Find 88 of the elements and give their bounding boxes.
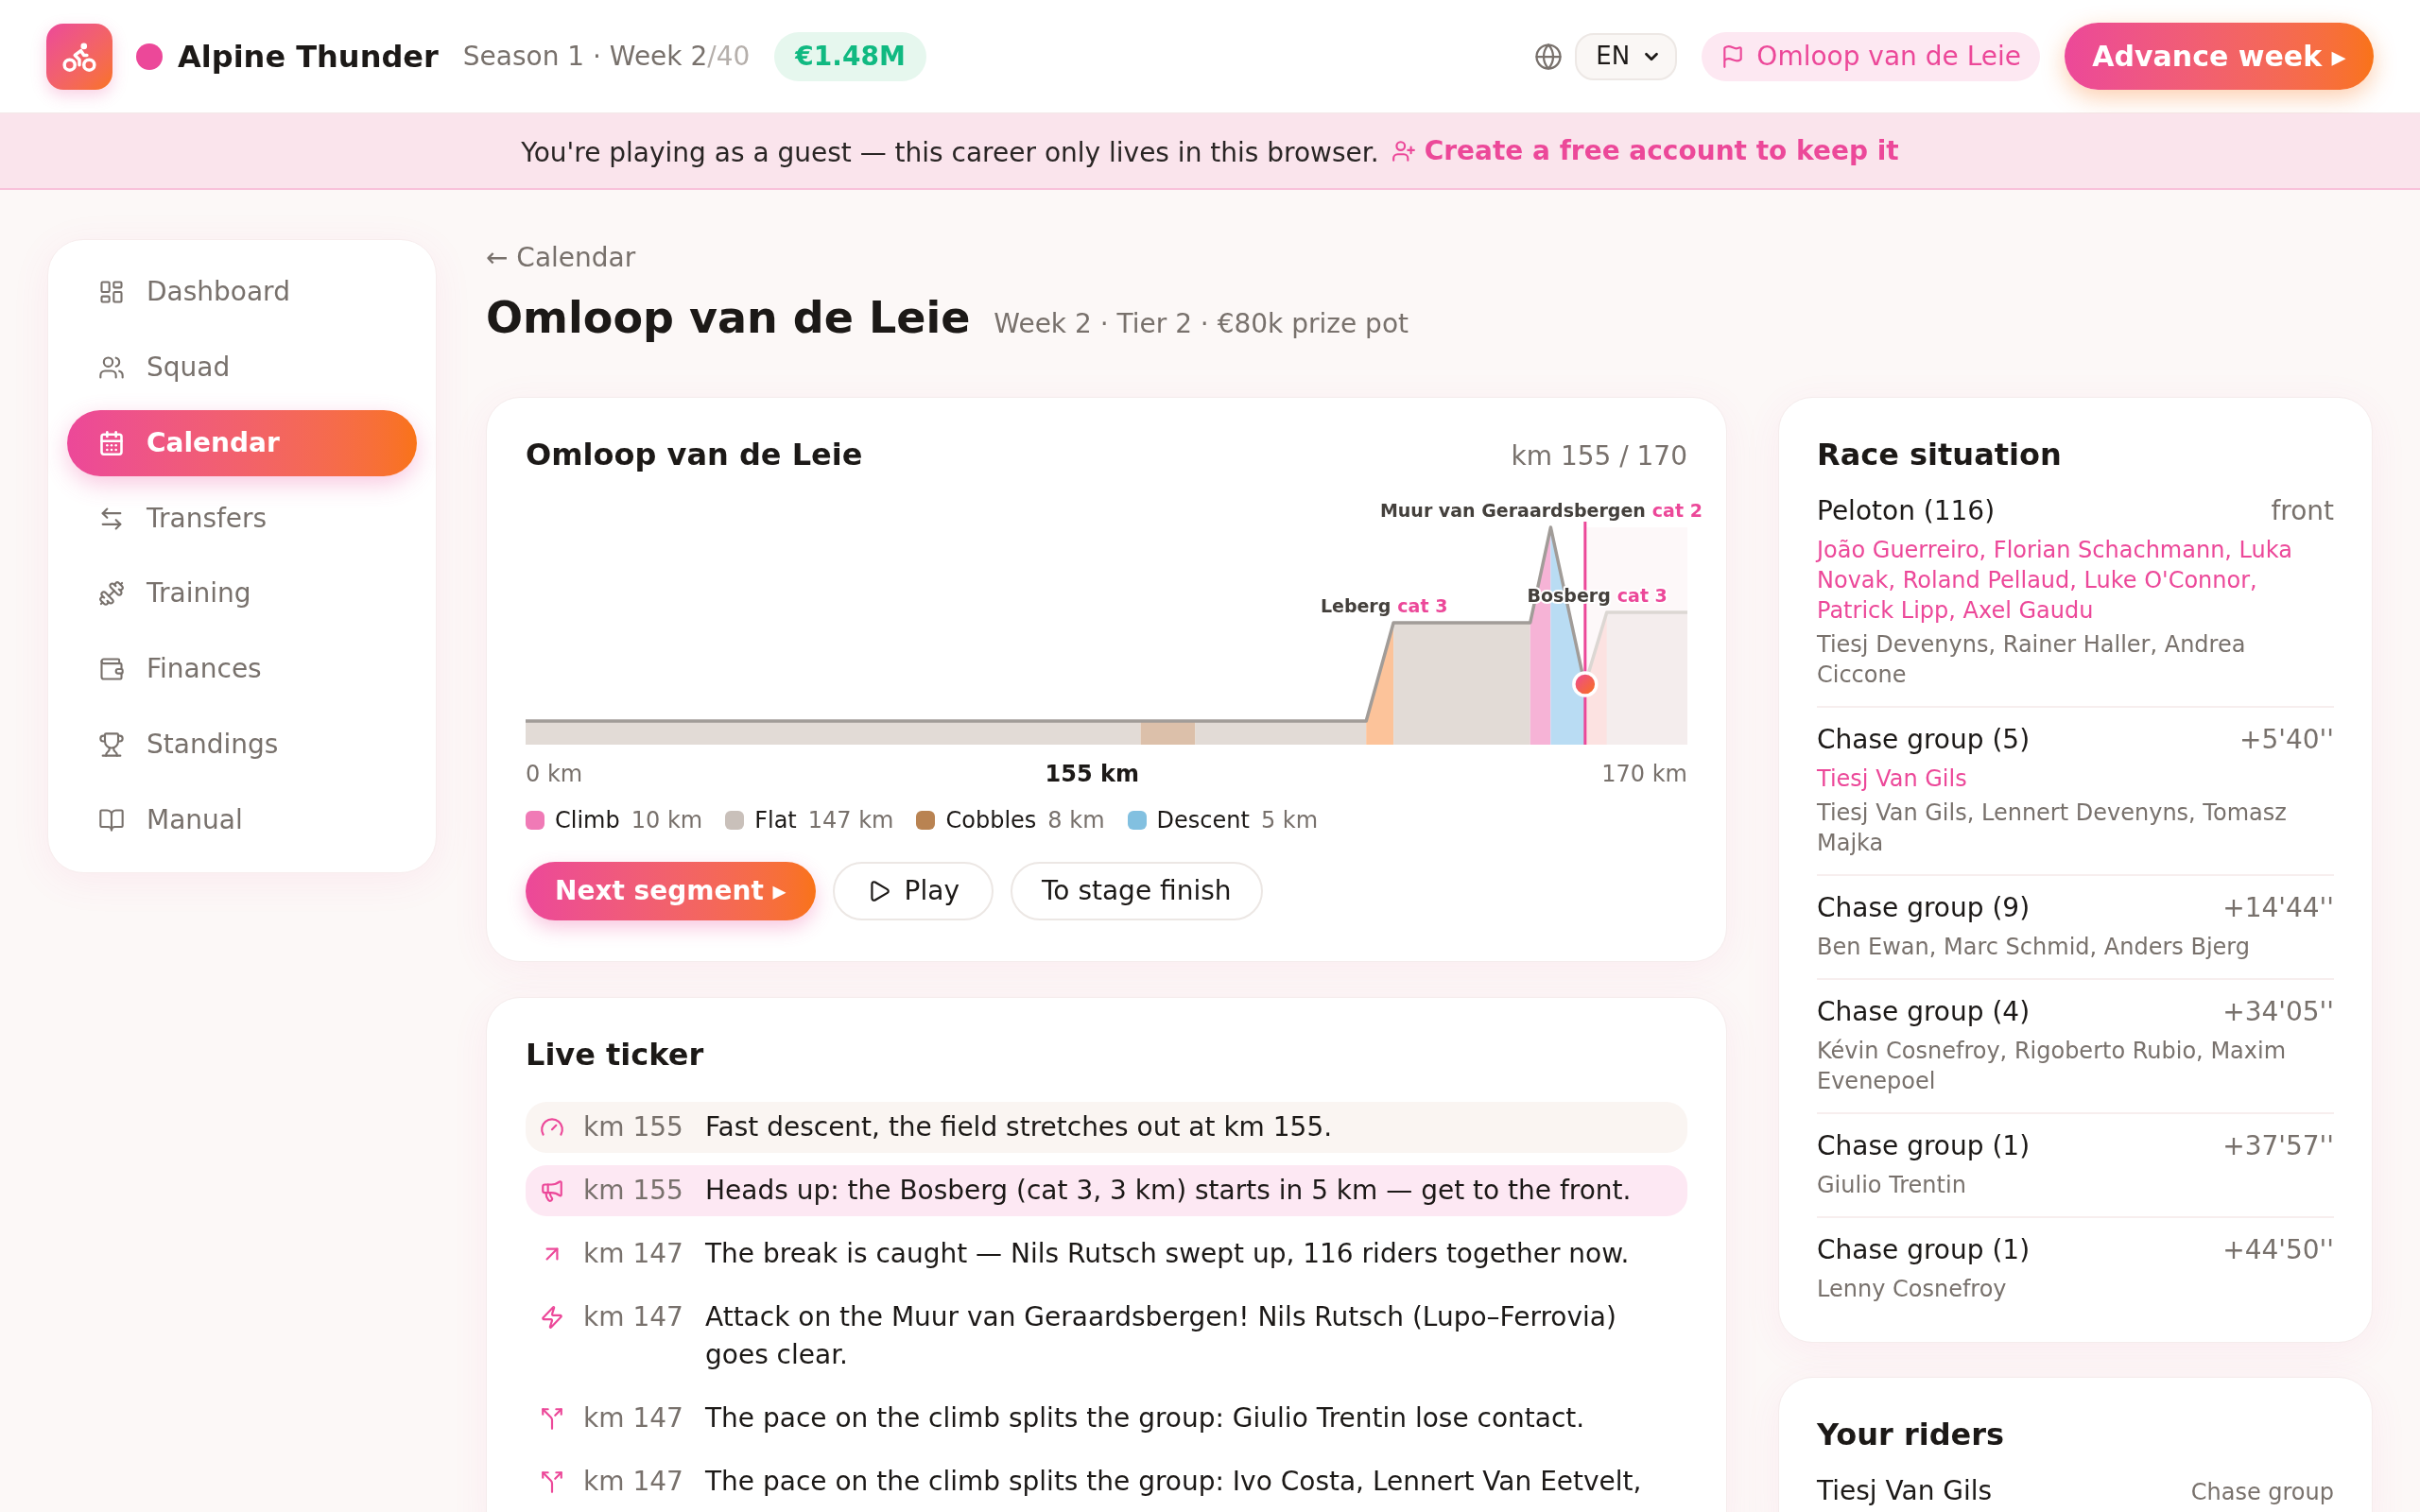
next-segment-button[interactable]: Next segment ▸: [526, 862, 816, 920]
riders-list: Lenny Cosnefroy: [1817, 1274, 2334, 1304]
rider-group: Chase group: [2190, 1477, 2334, 1507]
back-link[interactable]: ← Calendar: [486, 241, 636, 275]
axis-label: 170 km: [1601, 760, 1687, 789]
group-gap: +44'50'': [2222, 1233, 2334, 1267]
current-race-link[interactable]: Omloop van de Leie: [1702, 31, 2040, 81]
riders-list: Kévin Cosnefroy, Rigoberto Rubio, Maxim Evenepoel: [1817, 1036, 2334, 1096]
wallet-icon: [98, 656, 125, 683]
advance-week-button[interactable]: Advance week ▸: [2065, 23, 2374, 90]
ticker-km: km 147: [583, 1300, 684, 1334]
legend-label: Climb: [555, 806, 620, 835]
split-arrows-icon: [540, 1406, 564, 1431]
budget-badge: €1.48M: [774, 31, 926, 81]
ticker-message: Fast descent, the field stretches out at km 155.: [705, 1110, 1334, 1144]
finish-button[interactable]: To stage finish: [1011, 862, 1263, 920]
ticker-km: km 155: [583, 1110, 684, 1144]
user-plus-icon: [1391, 138, 1416, 163]
ticker-message: Attack on the Muur van Geraardsbergen! Nils Rutsch (Lupo–Ferrovia) goes clear.: [705, 1300, 1617, 1372]
play-button[interactable]: Play: [832, 862, 994, 920]
group-name: Peloton (116): [1817, 494, 1996, 528]
group-name: Chase group (9): [1817, 891, 2031, 925]
riders-list: Giulio Trentin: [1817, 1170, 2334, 1200]
riders-list: Tiesj Devenyns, Rainer Haller, Andrea Ciccone: [1817, 629, 2334, 690]
group-name: Chase group (4): [1817, 995, 2031, 1029]
group-gap: front: [2271, 494, 2334, 528]
riders-list: Tiesj Van Gils, Lennert Devenyns, Tomasz Majka: [1817, 798, 2334, 858]
legend-label: Descent: [1156, 806, 1250, 835]
group-gap: +14'44'': [2222, 891, 2334, 925]
group-name: Chase group (1): [1817, 1233, 2031, 1267]
ticker-message: The pace on the climb splits the group: Ivo Costa, Lennert Van Eetvelt,: [705, 1465, 1643, 1499]
legend-value: 147 km: [807, 806, 894, 835]
climb-label: Muur van Geraardsbergen cat 2: [1379, 500, 1703, 521]
guest-notice: You're playing as a guest — this career only lives in this browser.: [521, 135, 1379, 170]
season-total: /40: [707, 39, 751, 74]
ticker-message: The pace on the climb splits the group: Giulio Trentin lose contact.: [705, 1401, 1586, 1435]
own-riders-list: João Guerreiro, Florian Schachmann, Luka Novak, Roland Pellaud, Luke O'Connor, Patrick Lipp, Axel Gaudu: [1817, 535, 2334, 626]
ticker-message: Heads up: the Bosberg (cat 3, 3 km) starts in 5 km — get to the front.: [705, 1174, 1633, 1208]
legend-value: 8 km: [1047, 806, 1105, 835]
megaphone-icon: [540, 1178, 564, 1203]
group-gap: +5'40'': [2239, 723, 2334, 757]
nav-item[interactable]: Finances: [67, 636, 417, 703]
nav-item[interactable]: Transfers: [67, 485, 417, 552]
split-arrows-icon: [540, 1469, 564, 1494]
ticker-km: km 147: [583, 1465, 684, 1499]
season-week: Season 1 · Week 2: [462, 39, 708, 74]
axis-label: 0 km: [526, 760, 583, 789]
lightning-icon: [540, 1305, 564, 1330]
nav-item[interactable]: Standings: [67, 712, 417, 779]
trophy-icon: [98, 731, 125, 759]
card-title: Live ticker: [526, 1036, 705, 1074]
dashboard-grid-icon: [98, 278, 125, 305]
ticker-km: km 147: [583, 1237, 684, 1271]
nav-item[interactable]: Calendar: [67, 409, 417, 476]
language-select[interactable]: EN: [1575, 32, 1678, 80]
ticker-km: km 155: [583, 1174, 684, 1208]
card-title: Omloop van de Leie: [526, 436, 863, 474]
legend-value: 10 km: [631, 806, 703, 835]
people-icon: [98, 353, 125, 381]
race-details: Week 2 · Tier 2 · €80k prize pot: [994, 307, 1409, 341]
group-name: Chase group (1): [1817, 1129, 2031, 1163]
dumbbell-icon: [98, 580, 125, 608]
legend-value: 5 km: [1260, 806, 1319, 835]
current-km-label: 155 km: [1045, 760, 1139, 789]
legend-label: Cobbles: [945, 806, 1037, 835]
own-riders-list: Tiesj Van Gils: [1817, 764, 2334, 794]
calendar-icon: [98, 429, 125, 456]
group-name: Chase group (5): [1817, 723, 2031, 757]
legend-label: Flat: [754, 806, 797, 835]
group-gap: +34'05'': [2222, 995, 2334, 1029]
nav-item[interactable]: Dashboard: [67, 259, 417, 325]
nav-item[interactable]: Training: [67, 560, 417, 627]
ticker-km: km 147: [583, 1401, 684, 1435]
rider-name: Tiesj Van Gils: [1817, 1476, 1993, 1506]
ticker-message: The break is caught — Nils Rutsch swept up, 116 riders together now.: [705, 1237, 1631, 1271]
team-name: Alpine Thunder: [178, 37, 439, 77]
card-title: Your riders: [1817, 1416, 2006, 1454]
create-account-link[interactable]: Create a free account to keep it: [1391, 130, 1899, 171]
nav-item[interactable]: Manual: [67, 787, 417, 853]
bicycle-logo-icon: [46, 23, 112, 90]
globe-icon: [1534, 42, 1564, 71]
nav-item[interactable]: Squad: [67, 334, 417, 401]
group-gap: +37'57'': [2222, 1129, 2334, 1163]
card-title: Race situation: [1817, 436, 2063, 474]
riders-list: Ben Ewan, Marc Schmid, Anders Bjerg: [1817, 932, 2334, 962]
distance-reading: km 155 / 170: [1511, 439, 1687, 473]
climb-label: Leberg cat 3: [1320, 595, 1448, 616]
page-title: Omloop van de Leie: [486, 291, 971, 344]
